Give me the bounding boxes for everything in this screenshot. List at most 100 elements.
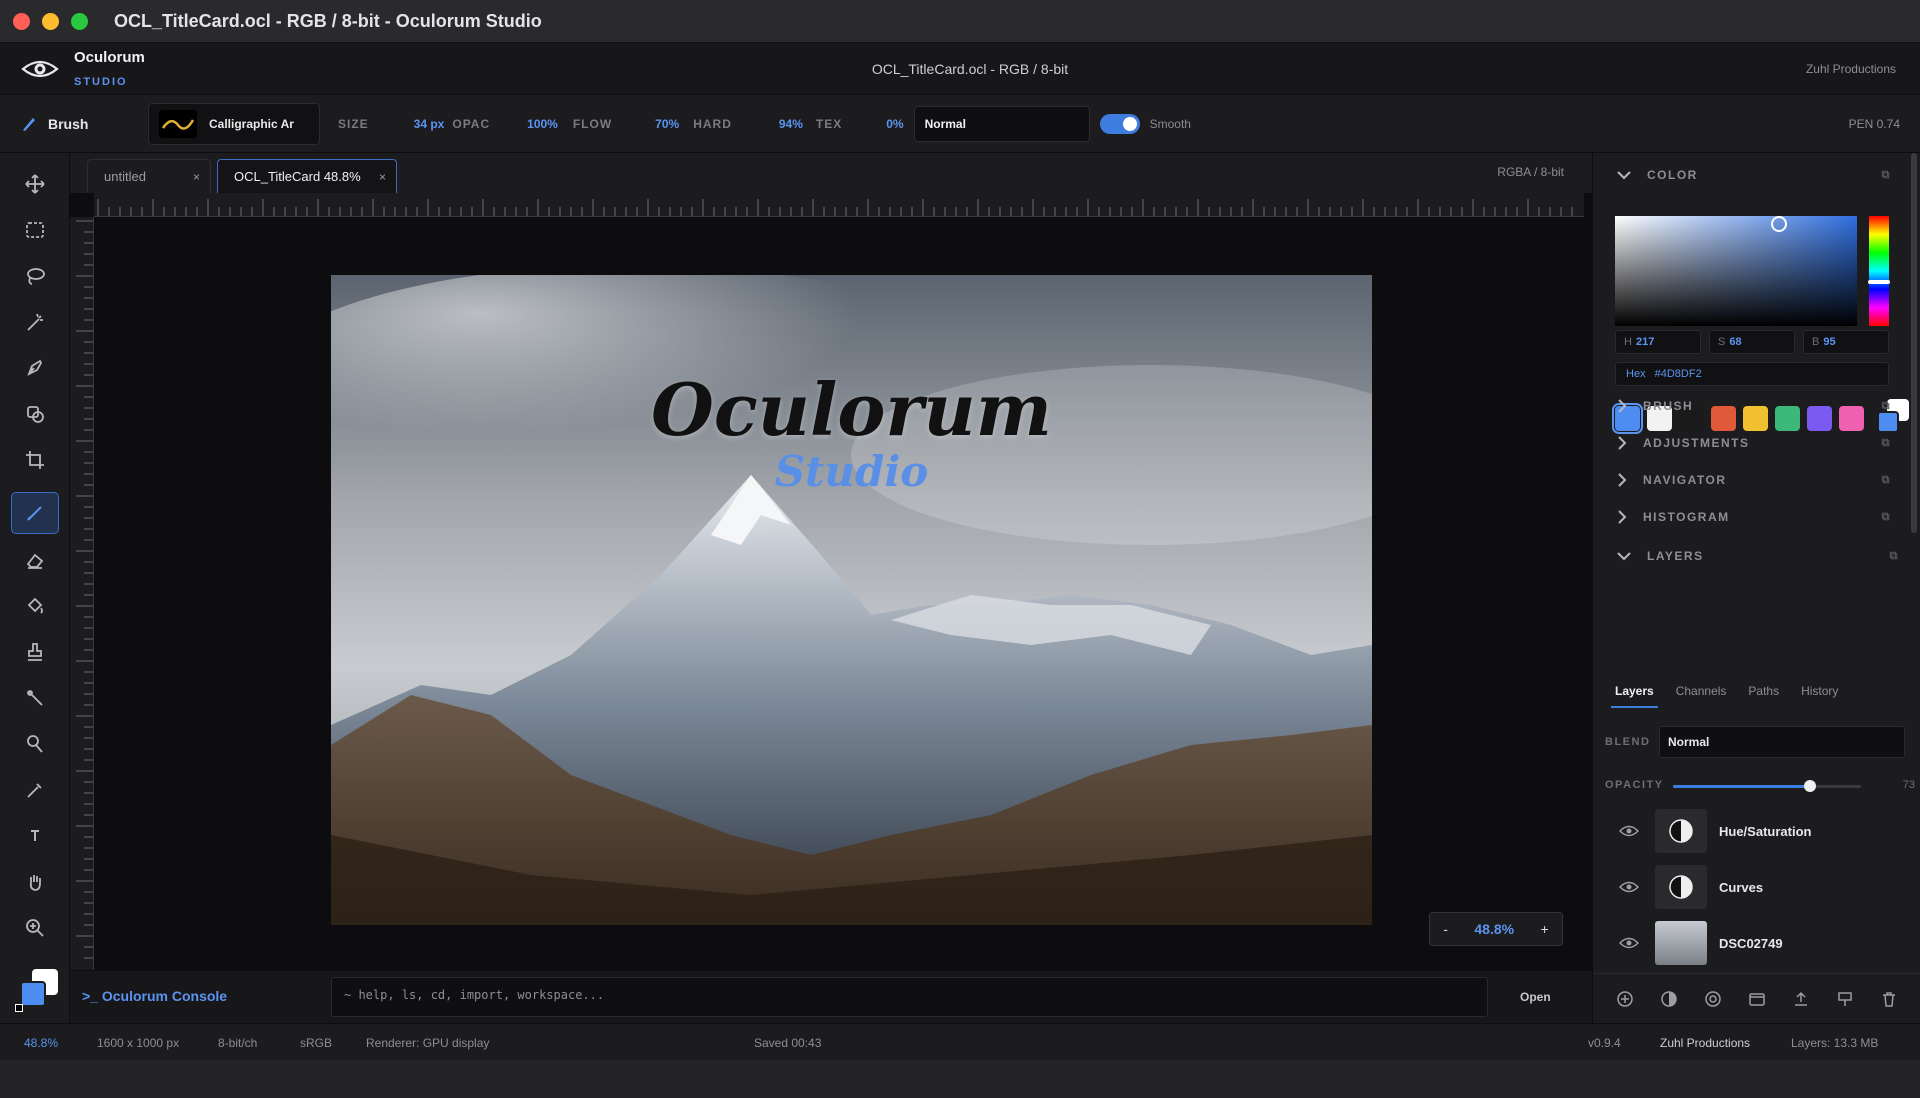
eye-visibility-icon[interactable] <box>1619 937 1639 949</box>
detach-panel-icon[interactable]: ⧉ <box>1882 474 1891 487</box>
tab-layers[interactable]: Layers <box>1611 680 1658 708</box>
opacity-slider[interactable] <box>1673 780 1861 792</box>
layers-section-header[interactable]: LAYERS ⧉ <box>1593 536 1920 576</box>
picker-handle[interactable] <box>1771 216 1787 232</box>
zoom-window-button[interactable] <box>71 12 88 30</box>
mask-icon[interactable] <box>1704 990 1722 1008</box>
status-zoom: 48.8% <box>24 1036 59 1050</box>
section-header-brush[interactable]: BRUSH ⧉ <box>1593 386 1920 426</box>
tab-paths[interactable]: Paths <box>1744 680 1783 708</box>
brightness-value: 95 <box>1823 336 1836 348</box>
layer-row[interactable]: Curves <box>1593 859 1913 915</box>
trash-icon[interactable] <box>1880 990 1898 1008</box>
canvas-artwork[interactable]: Oculorum Studio <box>331 275 1372 925</box>
default-colors-icon[interactable] <box>15 1004 23 1012</box>
section-header-histogram[interactable]: HISTOGRAM ⧉ <box>1593 497 1920 537</box>
foreground-color-swatch[interactable] <box>20 981 46 1007</box>
color-section-header[interactable]: COLOR ⧉ <box>1593 155 1920 195</box>
pen-tool[interactable] <box>11 347 59 389</box>
chevron-right-icon <box>1618 510 1627 524</box>
brush-tool[interactable] <box>11 492 59 534</box>
hex-field[interactable]: Hex #4D8DF2 <box>1615 362 1889 386</box>
section-title: ADJUSTMENTS <box>1643 436 1750 450</box>
layer-name: Curves <box>1719 879 1764 895</box>
hue-field[interactable]: H 217 <box>1615 330 1701 354</box>
brightness-field[interactable]: B 95 <box>1803 330 1889 354</box>
lasso-tool[interactable] <box>11 255 59 297</box>
hero-title-text[interactable]: Oculorum <box>331 367 1372 452</box>
tools-toolbar <box>0 153 70 1023</box>
zoom-in-button[interactable]: + <box>1541 921 1549 937</box>
add-layer-icon[interactable] <box>1616 990 1634 1008</box>
eye-visibility-icon[interactable] <box>1619 825 1639 837</box>
magic-wand-tool[interactable] <box>11 301 59 343</box>
opacity-slider-knob[interactable] <box>1804 780 1817 792</box>
close-tab-icon[interactable]: × <box>193 170 200 184</box>
hue-slider[interactable] <box>1868 216 1890 326</box>
eye-visibility-icon[interactable] <box>1619 881 1639 893</box>
close-window-button[interactable] <box>13 12 30 30</box>
tab-channels[interactable]: Channels <box>1672 680 1731 708</box>
hand-tool[interactable] <box>11 861 59 903</box>
status-org: Zuhl Productions <box>1660 1036 1751 1050</box>
marquee-tool[interactable] <box>11 209 59 251</box>
shape-tool[interactable] <box>11 393 59 435</box>
smudge-icon <box>27 690 43 706</box>
dodge-tool[interactable] <box>11 723 59 765</box>
hue-value: 217 <box>1635 336 1655 348</box>
eyedropper-tool[interactable] <box>11 769 59 811</box>
console-open-button[interactable]: Open <box>1520 990 1551 1004</box>
brush-icon <box>27 506 42 521</box>
merge-up-icon[interactable] <box>1792 990 1810 1008</box>
section-header-navigator[interactable]: NAVIGATOR ⧉ <box>1593 460 1920 500</box>
console-input[interactable]: ~ help, ls, cd, import, workspace... <box>331 977 1488 1017</box>
zoom-tool[interactable] <box>11 907 59 949</box>
stamp-tool[interactable] <box>11 631 59 673</box>
active-tool-label[interactable]: Brush <box>20 115 148 133</box>
foreground-color-chip[interactable] <box>1877 411 1899 433</box>
shapes-icon <box>27 406 44 423</box>
saturation-field[interactable]: S 68 <box>1709 330 1795 354</box>
opacity-value[interactable]: 100% <box>527 117 558 131</box>
detach-panel-icon[interactable]: ⧉ <box>1890 550 1899 563</box>
eraser-tool[interactable] <box>11 539 59 581</box>
smooth-toggle[interactable] <box>1099 113 1140 134</box>
tab-ocl-titlecard[interactable]: OCL_TitleCard 48.8% × <box>217 159 397 193</box>
size-value[interactable]: 34 px <box>414 117 445 131</box>
zoom-level[interactable]: 48.8% <box>1474 921 1514 937</box>
move-tool[interactable] <box>11 163 59 205</box>
folder-icon[interactable] <box>1748 990 1766 1008</box>
layer-blend-select[interactable]: Normal <box>1659 726 1905 758</box>
detach-panel-icon[interactable]: ⧉ <box>1882 437 1891 450</box>
detach-panel-icon[interactable]: ⧉ <box>1882 511 1891 524</box>
hue-handle[interactable] <box>1868 280 1890 284</box>
layer-panel-tabs: Layers Channels Paths History <box>1611 680 1842 708</box>
smudge-tool[interactable] <box>11 677 59 719</box>
merge-down-icon[interactable] <box>1836 990 1854 1008</box>
text-tool[interactable] <box>11 815 59 857</box>
vertical-ruler[interactable] <box>70 217 94 970</box>
fill-tool[interactable] <box>11 585 59 627</box>
horizontal-ruler[interactable] <box>94 193 1584 217</box>
minimize-window-button[interactable] <box>42 12 59 30</box>
hardness-value[interactable]: 94% <box>779 117 803 131</box>
flow-value[interactable]: 70% <box>655 117 679 131</box>
saturation-label: S <box>1718 336 1726 348</box>
layer-row[interactable]: Hue/Saturation <box>1593 803 1913 859</box>
layer-row[interactable]: DSC02749 <box>1593 915 1913 971</box>
active-tool-name: Brush <box>48 115 89 132</box>
zoom-out-button[interactable]: - <box>1443 921 1448 937</box>
adjustment-icon[interactable] <box>1660 990 1678 1008</box>
hex-label: Hex <box>1626 368 1646 380</box>
brush-blend-mode-select[interactable]: Normal <box>913 105 1090 142</box>
crop-tool[interactable] <box>11 439 59 481</box>
section-header-adjustments[interactable]: ADJUSTMENTS ⧉ <box>1593 423 1920 463</box>
saturation-brightness-picker[interactable] <box>1615 216 1857 326</box>
brush-preset-select[interactable]: Calligraphic Ar <box>148 102 320 145</box>
tab-history[interactable]: History <box>1797 680 1842 708</box>
hero-subtitle-text[interactable]: Studio <box>331 447 1372 496</box>
detach-panel-icon[interactable]: ⧉ <box>1882 169 1891 182</box>
texture-value[interactable]: 0% <box>886 117 903 131</box>
close-tab-icon[interactable]: × <box>379 170 386 184</box>
tab-untitled[interactable]: untitled × <box>87 159 211 193</box>
